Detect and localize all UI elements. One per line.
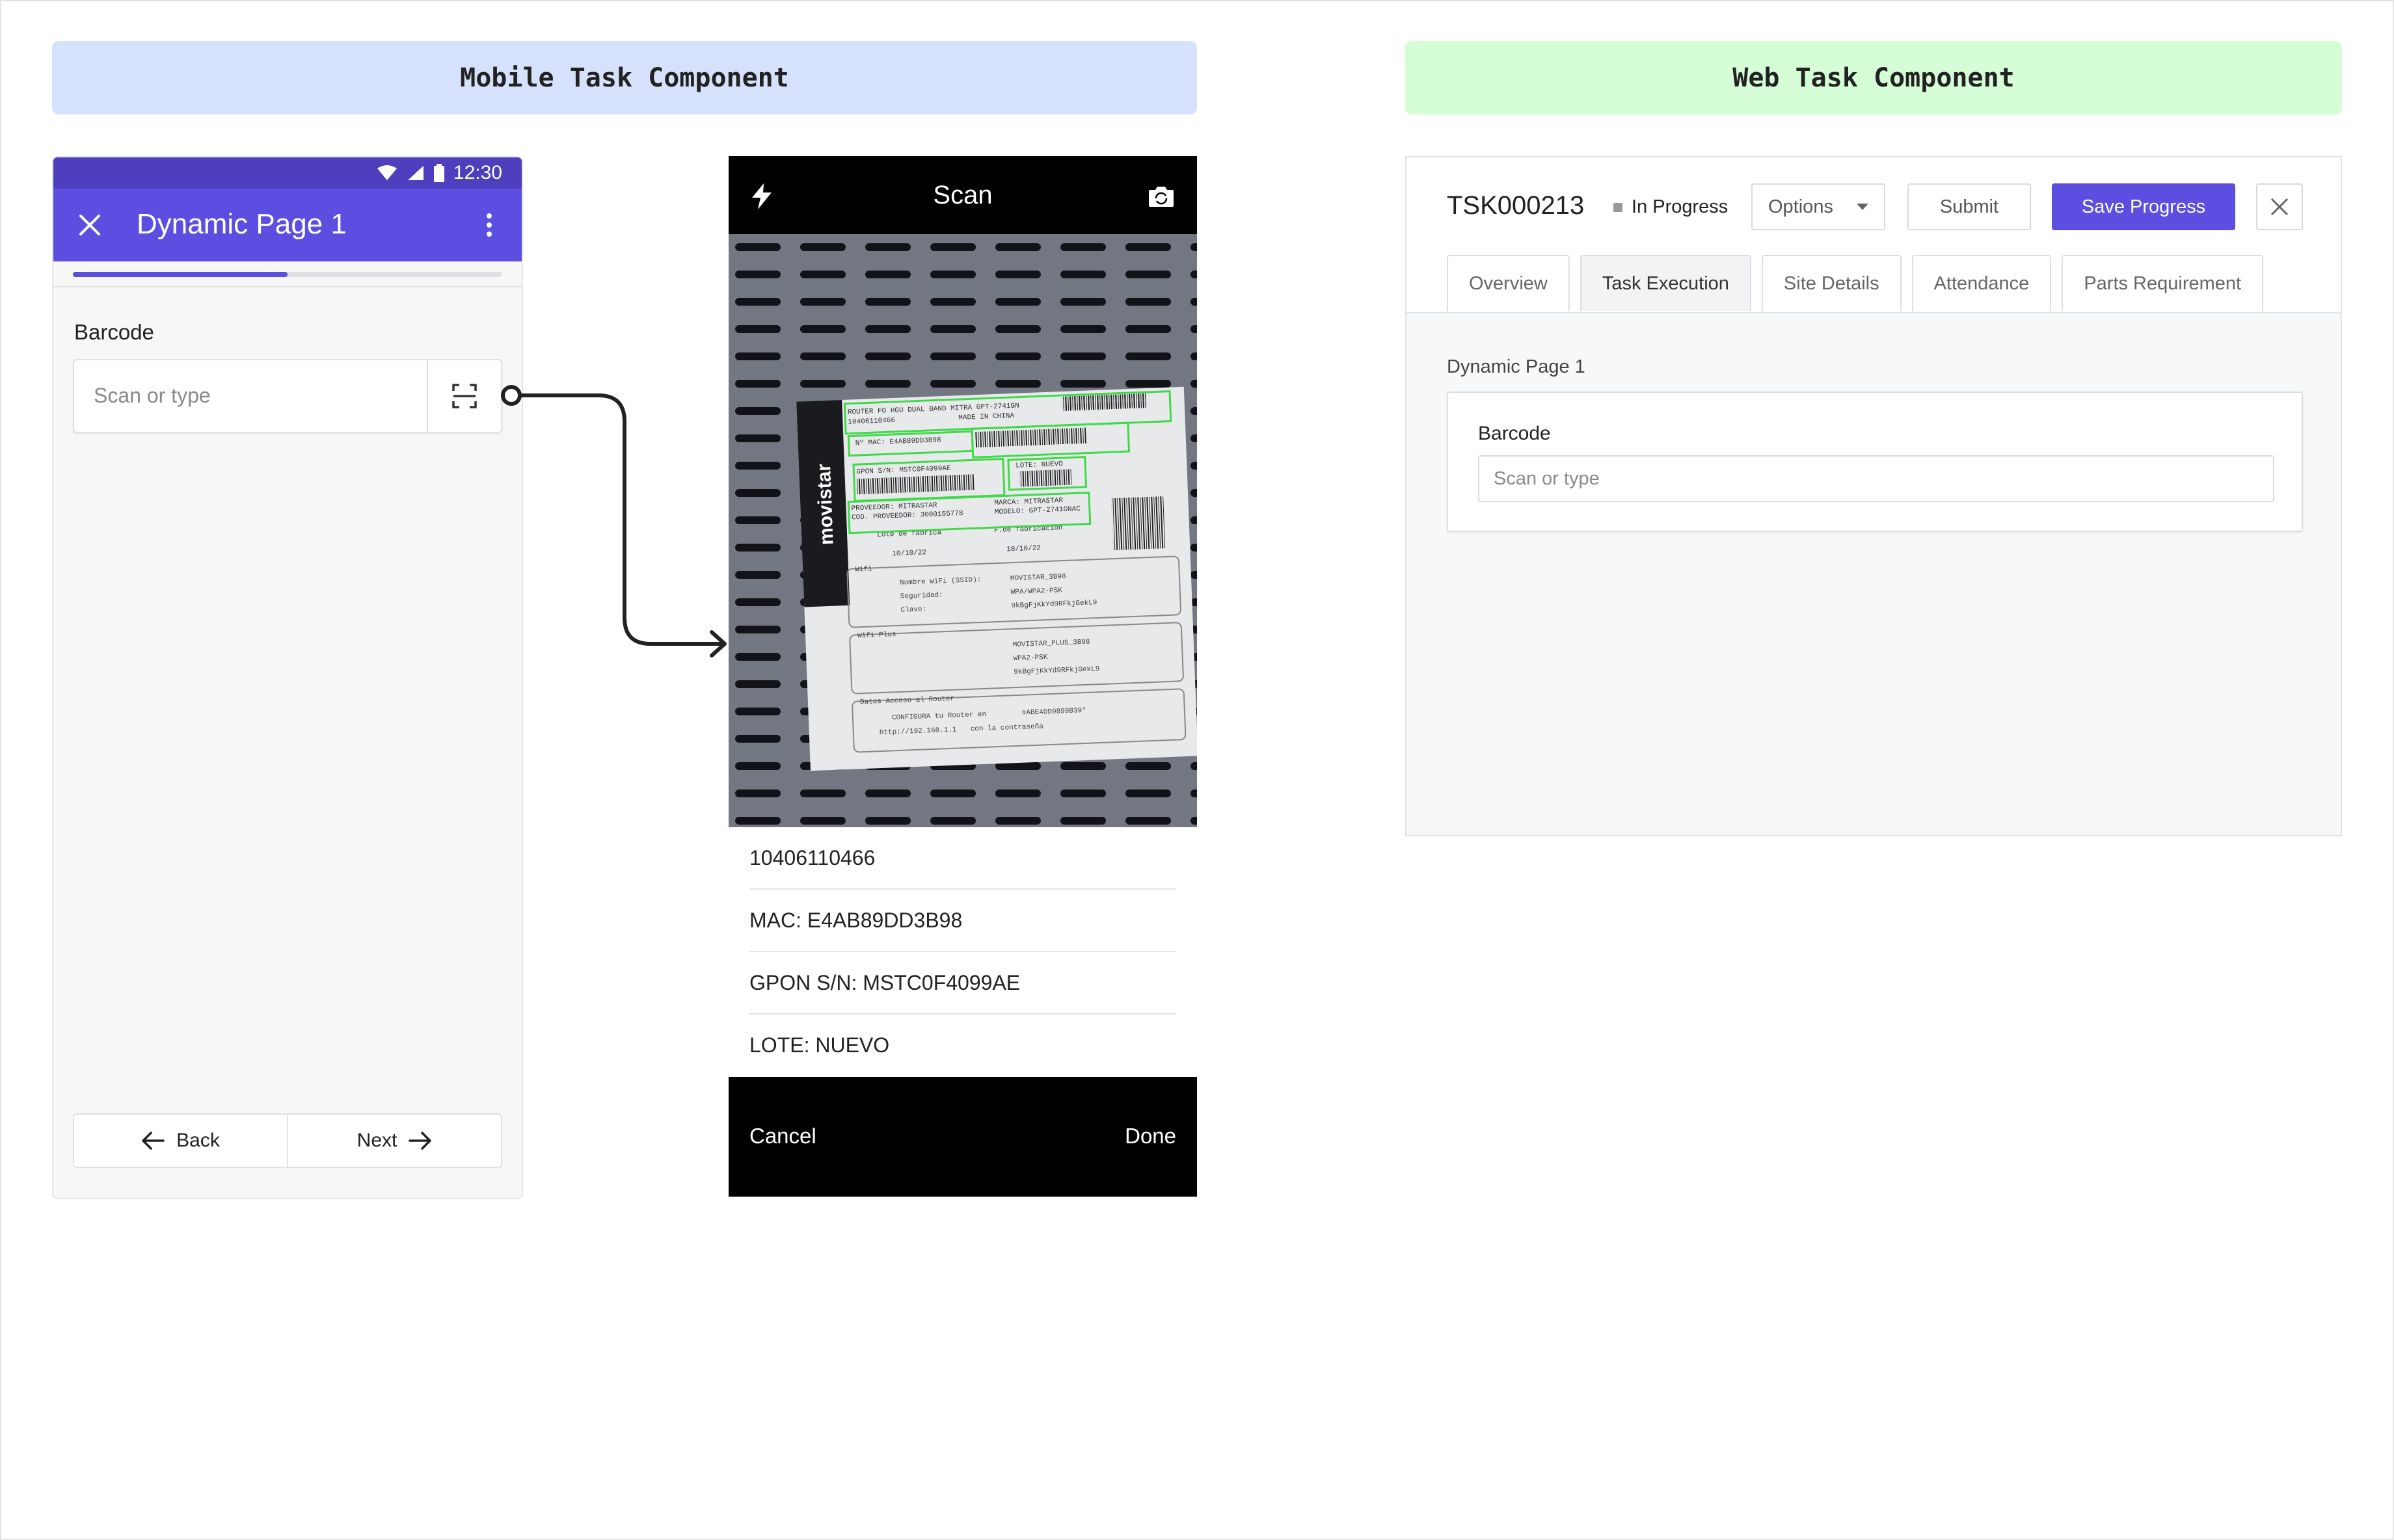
web-section-header: Web Task Component [1405,41,2342,114]
web-task-panel: TSK000213 In Progress Options Submit Sav… [1405,156,2342,836]
router-label-photo: movistar ROUTER FO HGU DUAL BAND MITRA G… [729,234,1197,827]
barcode-input[interactable]: Scan or type [1478,455,2274,502]
back-button[interactable]: Back [74,1115,287,1167]
tab-site-details[interactable]: Site Details [1761,255,1902,311]
scan-icon [452,384,477,408]
label-date2: 10/10/22 [1006,544,1041,553]
back-label: Back [176,1130,220,1151]
submit-button[interactable]: Submit [1907,183,2031,230]
barcode-input[interactable]: Scan or type [73,359,502,433]
scan-result-text: 10406110466 [749,845,876,870]
options-label: Options [1768,196,1833,217]
label-wifiplus-header: Wifi Plus [857,631,896,640]
label-wifi-sec-label: Seguridad: [900,591,943,601]
scan-result-text: GPON S/N: MSTC0F4099AE [749,970,1021,994]
page-navigation: Back Next [73,1113,502,1168]
scanner-screen: Scan movistar ROUTER FO HGU DUAL BAND MI… [729,156,1197,1197]
status-time: 12:30 [453,162,502,183]
cancel-button[interactable]: Cancel [749,1124,816,1148]
done-button[interactable]: Done [1125,1124,1176,1148]
close-button[interactable] [2256,183,2303,230]
battery-icon [433,164,444,182]
mobile-section-header: Mobile Task Component [52,41,1197,114]
tab-attendance[interactable]: Attendance [1911,255,2052,311]
status-badge: In Progress [1613,196,1728,218]
label-wifi-header: Wifi [855,565,872,574]
label-date1: 10/10/22 [892,549,926,558]
status-text: In Progress [1632,196,1728,217]
scan-result-text: LOTE: NUEVO [749,1033,890,1057]
scanner-top-bar: Scan [729,156,1197,234]
close-icon [2270,198,2289,216]
task-id: TSK000213 [1447,191,1585,220]
arrow-left-icon [142,1132,165,1150]
options-dropdown[interactable]: Options [1751,183,1885,230]
web-task-header: TSK000213 In Progress Options Submit Sav… [1406,157,2341,313]
next-button[interactable]: Next [287,1115,501,1167]
dynamic-page-title: Dynamic Page 1 [1447,356,1585,377]
task-tabs: Overview Task Execution Site Details Att… [1447,255,2264,311]
progress-bar [73,272,502,277]
tab-parts-requirement[interactable]: Parts Requirement [2062,255,2264,311]
flow-connector-arrow [501,385,727,657]
scan-result-row[interactable]: MAC: E4AB89DD3B98 [749,890,1176,952]
page-title: Dynamic Page 1 [137,208,347,240]
barcode-placeholder: Scan or type [1494,468,1600,489]
caret-down-icon [1857,204,1868,210]
scan-result-row[interactable]: GPON S/N: MSTC0F4099AE [749,952,1176,1015]
barcode-placeholder: Scan or type [94,384,211,407]
scanner-title: Scan [933,181,993,209]
label-wifiplus-sec: WPA2-PSK [1013,654,1048,663]
status-dot-icon [1613,202,1622,212]
close-icon[interactable] [74,209,105,241]
arrow-right-icon [409,1132,432,1150]
scanner-bottom-bar: Cancel Done [729,1077,1197,1197]
divider [53,286,522,287]
wifi-icon [377,165,397,180]
status-bar: 12:30 [53,157,522,189]
tab-task-execution[interactable]: Task Execution [1580,255,1751,311]
mobile-section-title: Mobile Task Component [460,62,789,93]
web-section-title: Web Task Component [1732,62,2015,93]
next-label: Next [356,1130,397,1151]
app-bar: Dynamic Page 1 [53,189,522,261]
progress-fill [73,272,288,277]
barcode-label: Barcode [74,320,154,344]
scan-result-text: MAC: E4AB89DD3B98 [749,908,963,932]
mobile-phone-screen: 12:30 Dynamic Page 1 Barcode Scan or typ… [52,156,523,1199]
submit-label: Submit [1939,196,1999,217]
tab-overview[interactable]: Overview [1447,255,1570,311]
label-brand: movistar [813,463,838,546]
barcode-label: Barcode [1478,423,1551,444]
scan-result-row[interactable]: LOTE: NUEVO [749,1015,1176,1076]
label-wifi-key-label: Clave: [900,605,926,615]
switch-camera-icon[interactable] [1148,185,1175,208]
save-progress-button[interactable]: Save Progress [2052,183,2235,230]
signal-icon [407,166,424,180]
scan-button[interactable] [427,360,501,432]
scan-result-row[interactable]: 10406110466 [749,827,1176,890]
save-progress-label: Save Progress [2081,196,2206,217]
more-vert-icon[interactable] [476,209,502,241]
camera-viewfinder: movistar ROUTER FO HGU DUAL BAND MITRA G… [729,234,1197,827]
barcode-card: Barcode Scan or type [1447,392,2303,532]
